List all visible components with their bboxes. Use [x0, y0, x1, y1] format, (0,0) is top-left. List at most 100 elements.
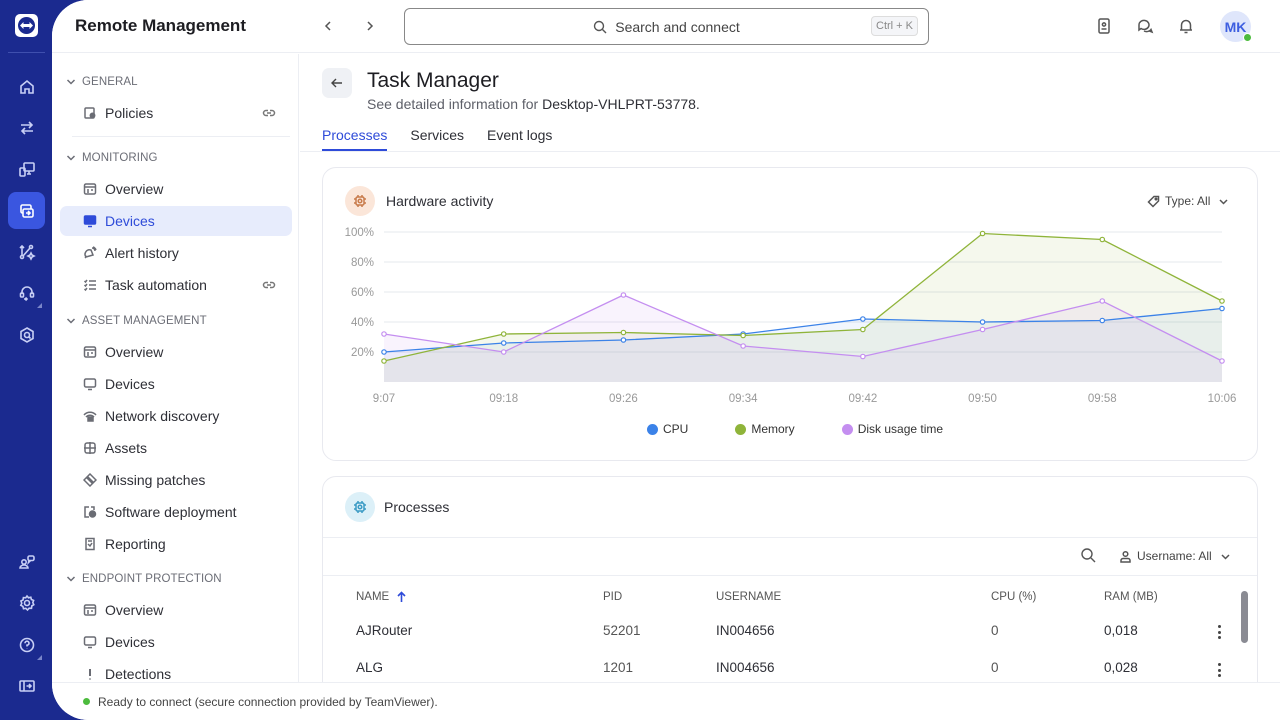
- hardware-activity-card: Hardware activity Type: All 20% 40% 60% 80%…: [322, 167, 1258, 461]
- section-title: ASSET MANAGEMENT: [82, 315, 207, 327]
- sidebar-item-monitoring-overview[interactable]: Overview: [60, 174, 292, 204]
- data-point-cpu: [1219, 305, 1225, 312]
- rail-transfer-button[interactable]: [8, 109, 45, 146]
- monitor-icon: [83, 635, 97, 649]
- sidebar-divider: [72, 136, 290, 137]
- rail-community-button[interactable]: [8, 543, 45, 580]
- assets-icon: [83, 441, 97, 455]
- sidebar-item-label: Software deployment: [105, 504, 237, 520]
- sidebar-item-label: Detections: [105, 666, 172, 682]
- chevron-down-icon: [66, 153, 76, 163]
- home-icon: [19, 79, 34, 94]
- row-actions-button[interactable]: [1217, 625, 1221, 639]
- legend-label: Memory: [751, 422, 795, 436]
- teamviewer-logo[interactable]: [15, 14, 38, 37]
- bell-icon: [1180, 19, 1192, 34]
- column-header-username[interactable]: USERNAME: [716, 591, 781, 603]
- chevron-left-icon: [324, 21, 331, 31]
- user-avatar[interactable]: MK: [1220, 11, 1252, 42]
- rail-help-button[interactable]: [8, 626, 45, 663]
- sidebar-item-task-automation[interactable]: Task automation: [60, 270, 292, 300]
- column-header-cpu[interactable]: CPU (%): [991, 591, 1036, 603]
- link-icon: [262, 106, 276, 120]
- search-processes-button[interactable]: [1080, 547, 1098, 565]
- monitor-icon: [83, 214, 97, 228]
- section-title: ENDPOINT PROTECTION: [82, 573, 222, 585]
- username-filter-dropdown[interactable]: Username: All: [1119, 549, 1232, 563]
- rail-expand-button[interactable]: [8, 667, 45, 704]
- data-point-memory: [1099, 236, 1106, 243]
- row-actions-button[interactable]: [1217, 663, 1221, 677]
- sidebar-item-detections[interactable]: Detections: [60, 659, 292, 682]
- search-input[interactable]: Search and connect Ctrl + K: [404, 8, 929, 45]
- sidebar-item-label: Reporting: [105, 536, 166, 552]
- contacts-button[interactable]: [1093, 15, 1115, 37]
- data-point-cpu: [979, 319, 986, 325]
- data-point-memory: [979, 230, 986, 237]
- sidebar-item-endpoint-overview[interactable]: Overview: [60, 595, 292, 625]
- rail-settings-button[interactable]: [8, 584, 45, 621]
- link-icon: [262, 278, 276, 292]
- section-monitoring-toggle[interactable]: MONITORING: [66, 152, 158, 164]
- subtitle-prefix: See detailed information for: [367, 96, 543, 112]
- rail-security-button[interactable]: [8, 316, 45, 353]
- rail-remote-management-button[interactable]: [8, 192, 45, 229]
- processes-icon-badge: [345, 492, 375, 522]
- rail-support-button[interactable]: [8, 274, 45, 311]
- overview-icon: [83, 603, 97, 617]
- table-scrollbar[interactable]: [1241, 591, 1248, 643]
- process-username: IN004656: [716, 623, 775, 638]
- rail-devices-button[interactable]: [8, 150, 45, 187]
- column-header-pid[interactable]: PID: [603, 591, 622, 603]
- sidebar-item-reporting[interactable]: Reporting: [60, 529, 292, 559]
- tab-processes[interactable]: Processes: [322, 127, 388, 151]
- deployment-icon: [83, 505, 97, 519]
- sort-ascending-icon: [397, 591, 406, 602]
- rail-home-button[interactable]: [8, 68, 45, 105]
- legend-item-memory[interactable]: Memory: [735, 422, 795, 436]
- sidebar-item-monitoring-devices[interactable]: Devices: [60, 206, 292, 236]
- patches-icon: [83, 473, 97, 487]
- card-title: Processes: [384, 499, 450, 515]
- sidebar-item-policies[interactable]: Policies: [60, 98, 292, 128]
- tab-event-logs[interactable]: Event logs: [487, 127, 552, 151]
- column-header-ram[interactable]: RAM (MB): [1104, 591, 1158, 603]
- sidebar-item-asset-devices[interactable]: Devices: [60, 369, 292, 399]
- legend-item-cpu[interactable]: CPU: [647, 422, 688, 436]
- section-asset-management-toggle[interactable]: ASSET MANAGEMENT: [66, 315, 207, 327]
- column-header-name[interactable]: NAME: [356, 591, 406, 603]
- sidebar-item-label: Devices: [105, 213, 155, 229]
- back-navigation-button[interactable]: [317, 15, 339, 37]
- tab-services[interactable]: Services: [410, 127, 464, 151]
- sidebar-item-missing-patches[interactable]: Missing patches: [60, 465, 292, 495]
- section-endpoint-protection-toggle[interactable]: ENDPOINT PROTECTION: [66, 573, 222, 585]
- sidebar-item-software-deployment[interactable]: Software deployment: [60, 497, 292, 527]
- section-general-toggle[interactable]: GENERAL: [66, 76, 138, 88]
- rail-integrations-button[interactable]: [8, 233, 45, 270]
- forward-navigation-button[interactable]: [359, 15, 381, 37]
- sidebar-item-asset-overview[interactable]: Overview: [60, 337, 292, 367]
- notifications-button[interactable]: [1175, 15, 1197, 37]
- connection-status-indicator: [83, 698, 90, 705]
- sidebar-item-endpoint-devices[interactable]: Devices: [60, 627, 292, 657]
- search-placeholder: Search and connect: [615, 18, 740, 35]
- sidebar-item-alert-history[interactable]: Alert history: [60, 238, 292, 268]
- process-ram: 0,018: [1104, 623, 1138, 638]
- sidebar-item-network-discovery[interactable]: Network discovery: [60, 401, 292, 431]
- status-text: Ready to connect (secure connection prov…: [98, 694, 438, 709]
- sidebar-item-assets[interactable]: Assets: [60, 433, 292, 463]
- legend-item-disk-usage[interactable]: Disk usage time: [841, 422, 943, 436]
- y-tick-label: 100%: [345, 227, 374, 239]
- y-tick-label: 60%: [351, 287, 374, 299]
- back-button[interactable]: [322, 68, 352, 98]
- card-divider: [323, 537, 1257, 538]
- detections-icon: [83, 667, 97, 681]
- expand-panel-icon: [18, 679, 35, 692]
- sidebar-item-label: Overview: [105, 602, 164, 618]
- process-pid: 1201: [603, 660, 634, 675]
- y-tick-label: 80%: [351, 257, 374, 269]
- community-icon: [18, 554, 35, 569]
- status-bar: Ready to connect (secure connection prov…: [52, 682, 1280, 720]
- chat-button[interactable]: [1134, 15, 1156, 37]
- remote-management-icon: [19, 203, 34, 218]
